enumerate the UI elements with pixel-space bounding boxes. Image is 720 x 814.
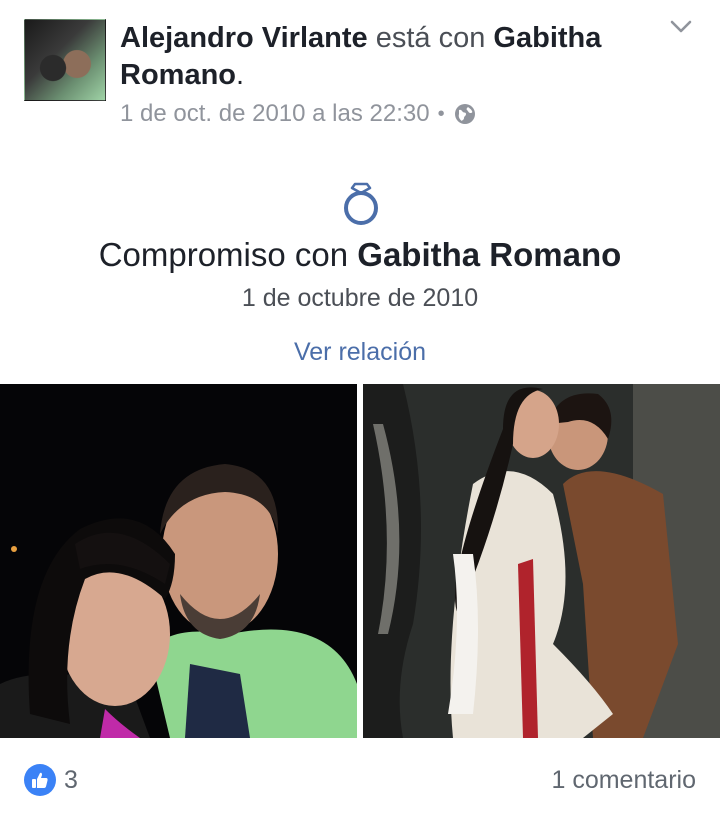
like-count[interactable]: 3 xyxy=(64,766,78,795)
theater-scene-photo[interactable] xyxy=(363,384,720,738)
tagged-name[interactable]: Gabitha xyxy=(493,22,601,54)
theater-scene-image xyxy=(363,384,720,738)
post-verb: está con xyxy=(375,22,486,54)
meta-separator: • xyxy=(437,102,445,125)
post-meta: 1 de oct. de 2010 a las 22:30 • xyxy=(120,100,477,128)
tagged-surname[interactable]: Romano xyxy=(120,59,236,91)
life-event-title: Compromiso con Gabitha Romano xyxy=(0,236,720,274)
author-name[interactable]: Alejandro Virlante xyxy=(120,22,368,54)
thumbs-up-glyph xyxy=(32,772,48,788)
post-footer: 3 1 comentario xyxy=(0,742,720,814)
post-timestamp[interactable]: 1 de oct. de 2010 a las 22:30 xyxy=(120,100,430,128)
comment-count-link[interactable]: 1 comentario xyxy=(551,766,696,795)
couple-selfie-photo[interactable] xyxy=(0,384,357,738)
post-header: Alejandro Virlante está con Gabitha Roma… xyxy=(120,20,660,94)
life-event-prefix: Compromiso con xyxy=(98,236,349,273)
life-event-date: 1 de octubre de 2010 xyxy=(241,284,479,312)
header-period: . xyxy=(236,59,245,91)
author-avatar[interactable] xyxy=(24,19,106,101)
globe-icon[interactable] xyxy=(453,102,477,126)
chevron-down-icon[interactable] xyxy=(668,14,694,40)
couple-selfie-image xyxy=(0,384,357,738)
ring-icon xyxy=(344,182,378,225)
thumbs-up-icon[interactable] xyxy=(24,764,56,796)
see-relationship-link[interactable]: Ver relación xyxy=(0,338,720,367)
life-event-partner[interactable]: Gabitha Romano xyxy=(357,236,621,273)
